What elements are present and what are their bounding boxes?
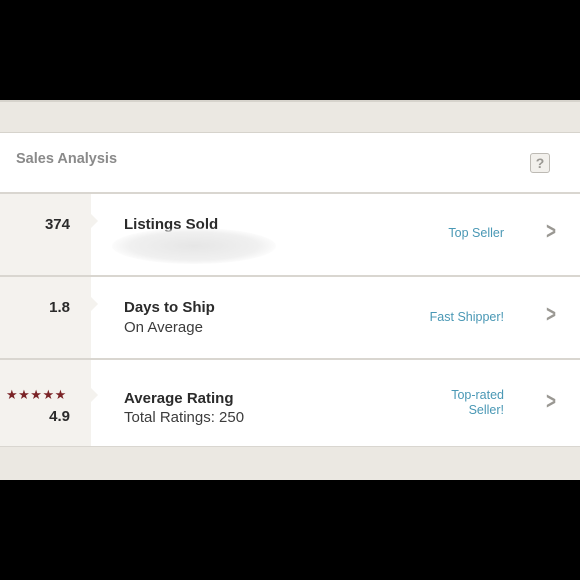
top-band — [0, 102, 580, 133]
stat-value: 4.9 — [49, 408, 70, 425]
bottom-band — [0, 447, 580, 480]
badge-line: Seller! — [468, 403, 504, 417]
stat-label: Average Rating — [124, 390, 234, 407]
card-header: Sales Analysis ? — [0, 133, 580, 194]
badge-line: Top-rated — [451, 388, 504, 402]
stat-subtext: Total Ratings: 250 — [124, 409, 245, 426]
sales-analysis-card: Sales Analysis ? 374 Listings Sold Top S… — [0, 133, 580, 448]
chevron-right-icon[interactable]: > — [546, 388, 556, 416]
stat-row-listings-sold[interactable]: 374 Listings Sold Top Seller > — [0, 194, 580, 277]
status-badge[interactable]: Top-rated Seller! — [451, 388, 504, 418]
badge-line: Top Seller — [448, 226, 504, 240]
stat-value-panel: 374 — [0, 194, 98, 275]
chevron-right-icon[interactable]: > — [546, 218, 556, 246]
help-icon[interactable]: ? — [530, 153, 550, 173]
stat-value-panel: 1.8 — [0, 277, 98, 358]
status-badge[interactable]: Fast Shipper! — [430, 310, 504, 325]
status-badge[interactable]: Top Seller — [448, 226, 504, 241]
stat-row-average-rating[interactable]: ★★★★★ 4.9 Average Rating Total Ratings: … — [0, 360, 580, 448]
stat-row-days-to-ship[interactable]: 1.8 Days to Ship On Average Fast Shipper… — [0, 277, 580, 360]
stat-label: Days to Ship — [124, 299, 215, 316]
notch — [91, 388, 98, 402]
notch — [91, 214, 98, 228]
stat-value: 1.8 — [49, 299, 70, 316]
stat-subtext: On Average — [124, 319, 203, 336]
redacted-blur — [112, 228, 276, 264]
chevron-right-icon[interactable]: > — [546, 301, 556, 329]
stat-value: 374 — [44, 216, 70, 233]
badge-line: Fast Shipper! — [429, 310, 504, 324]
star-icon: ★★★★★ — [6, 387, 67, 402]
notch — [91, 297, 98, 311]
page-title: Sales Analysis — [16, 151, 118, 167]
app-screen: Sales Analysis ? 374 Listings Sold Top S… — [0, 100, 580, 480]
stat-value-panel: ★★★★★ 4.9 — [0, 360, 98, 446]
